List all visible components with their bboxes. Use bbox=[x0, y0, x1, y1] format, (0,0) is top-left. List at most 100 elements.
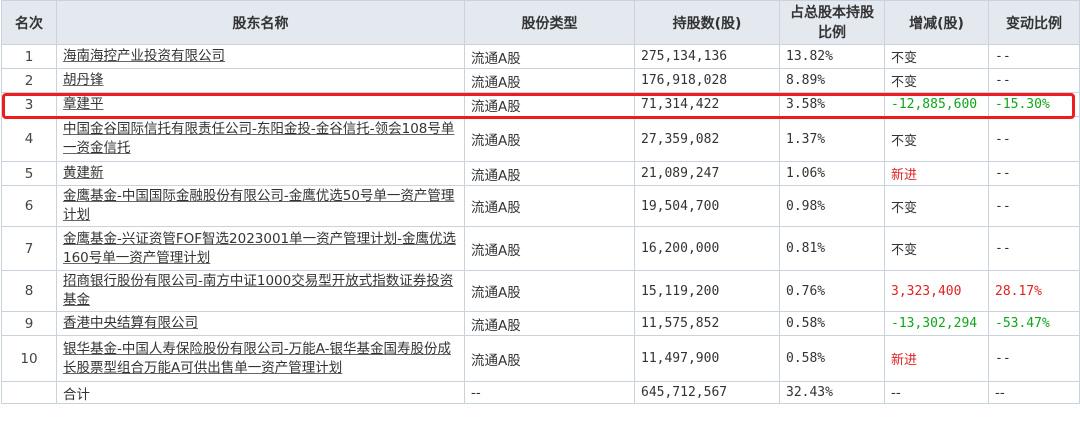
shareholder-name-cell: 胡丹锋 bbox=[56, 68, 465, 93]
change-ratio-cell: -- bbox=[988, 185, 1080, 227]
rank-cell: 6 bbox=[1, 185, 57, 227]
header-change-ratio: 变动比例 bbox=[988, 0, 1080, 45]
shareholder-name-link[interactable]: 黄建新 bbox=[63, 165, 104, 181]
change-ratio-cell: -- bbox=[988, 161, 1080, 186]
shareholder-table: 名次 股东名称 股份类型 持股数(股) 占总股本持股比例 增减(股) 变动比例 … bbox=[1, 0, 1080, 404]
change-ratio-cell: -- bbox=[988, 44, 1080, 69]
share-type-cell: 流通A股 bbox=[464, 92, 635, 117]
shareholder-name-link[interactable]: 胡丹锋 bbox=[63, 72, 104, 88]
shareholder-name-link[interactable]: 银华基金-中国人寿保险股份有限公司-万能A-银华基金国寿股份成长股票型组合万能A… bbox=[63, 341, 451, 376]
total-rank-cell bbox=[1, 381, 57, 404]
shareholder-name-cell: 银华基金-中国人寿保险股份有限公司-万能A-银华基金国寿股份成长股票型组合万能A… bbox=[56, 335, 465, 382]
shares-cell: 275,134,136 bbox=[634, 44, 780, 69]
shareholder-name-link[interactable]: 中国金谷国际信托有限责任公司-东阳金投-金谷信托-领会108号单一资金信托 bbox=[63, 121, 454, 156]
shareholder-name-link[interactable]: 金鹰基金-中国国际金融股份有限公司-金鹰优选50号单一资产管理计划 bbox=[63, 188, 454, 223]
change-cell: 不变 bbox=[884, 185, 989, 227]
ratio-cell: 1.06% bbox=[779, 161, 885, 186]
ratio-cell: 3.58% bbox=[779, 92, 885, 117]
rank-cell: 1 bbox=[1, 44, 57, 69]
shareholder-name-cell: 章建平 bbox=[56, 92, 465, 117]
total-label-cell: 合计 bbox=[56, 381, 465, 404]
change-cell: 不变 bbox=[884, 68, 989, 93]
header-share-type: 股份类型 bbox=[464, 0, 635, 45]
shares-cell: 27,359,082 bbox=[634, 116, 780, 162]
total-shares-cell: 645,712,567 bbox=[634, 381, 780, 404]
rank-cell: 10 bbox=[1, 335, 57, 382]
table-row: 2 胡丹锋 流通A股 176,918,028 8.89% 不变 -- bbox=[1, 68, 1080, 93]
header-shares: 持股数(股) bbox=[634, 0, 780, 45]
shareholder-name-cell: 黄建新 bbox=[56, 161, 465, 186]
total-ratio-cell: 32.43% bbox=[779, 381, 885, 404]
shares-cell: 71,314,422 bbox=[634, 92, 780, 117]
shareholder-name-link[interactable]: 海南海控产业投资有限公司 bbox=[63, 48, 225, 64]
rank-cell: 5 bbox=[1, 161, 57, 186]
share-type-cell: 流通A股 bbox=[464, 44, 635, 69]
shares-cell: 176,918,028 bbox=[634, 68, 780, 93]
shares-cell: 15,119,200 bbox=[634, 270, 780, 312]
header-rank: 名次 bbox=[1, 0, 57, 45]
table-row: 6 金鹰基金-中国国际金融股份有限公司-金鹰优选50号单一资产管理计划 流通A股 19… bbox=[1, 185, 1080, 227]
change-cell: 不变 bbox=[884, 44, 989, 69]
shares-cell: 11,497,900 bbox=[634, 335, 780, 382]
header-name: 股东名称 bbox=[56, 0, 465, 45]
share-type-cell: 流通A股 bbox=[464, 270, 635, 312]
change-cell: 3,323,400 bbox=[884, 270, 989, 312]
shareholder-name-cell: 海南海控产业投资有限公司 bbox=[56, 44, 465, 69]
header-ratio: 占总股本持股比例 bbox=[779, 0, 885, 45]
change-ratio-cell: 28.17% bbox=[988, 270, 1080, 312]
share-type-cell: 流通A股 bbox=[464, 226, 635, 271]
shares-cell: 21,089,247 bbox=[634, 161, 780, 186]
table-row: 9 香港中央结算有限公司 流通A股 11,575,852 0.58% -13,302,29… bbox=[1, 311, 1080, 336]
ratio-cell: 0.76% bbox=[779, 270, 885, 312]
shareholder-name-link[interactable]: 章建平 bbox=[63, 96, 104, 112]
shareholder-name-cell: 金鹰基金-兴证资管FOF智选2023001单一资产管理计划-金鹰优选160号单一… bbox=[56, 226, 465, 271]
ratio-cell: 13.82% bbox=[779, 44, 885, 69]
shareholder-name-cell: 中国金谷国际信托有限责任公司-东阳金投-金谷信托-领会108号单一资金信托 bbox=[56, 116, 465, 162]
table-row: 8 招商银行股份有限公司-南方中证1000交易型开放式指数证券投资基金 流通A股 15… bbox=[1, 270, 1080, 312]
change-ratio-cell: -- bbox=[988, 68, 1080, 93]
table-row: 1 海南海控产业投资有限公司 流通A股 275,134,136 13.82% 不变 -- bbox=[1, 44, 1080, 69]
shareholder-name-link[interactable]: 香港中央结算有限公司 bbox=[63, 315, 198, 331]
table-row: 3 章建平 流通A股 71,314,422 3.58% -12,885,600 -15.30… bbox=[1, 92, 1080, 117]
share-type-cell: 流通A股 bbox=[464, 161, 635, 186]
shareholder-name-link[interactable]: 招商银行股份有限公司-南方中证1000交易型开放式指数证券投资基金 bbox=[63, 273, 453, 308]
share-type-cell: 流通A股 bbox=[464, 185, 635, 227]
rank-cell: 9 bbox=[1, 311, 57, 336]
table-row: 10 银华基金-中国人寿保险股份有限公司-万能A-银华基金国寿股份成长股票型组合万… bbox=[1, 335, 1080, 382]
shareholder-name-cell: 金鹰基金-中国国际金融股份有限公司-金鹰优选50号单一资产管理计划 bbox=[56, 185, 465, 227]
shares-cell: 16,200,000 bbox=[634, 226, 780, 271]
change-cell: 新进 bbox=[884, 161, 989, 186]
change-ratio-cell: -15.30% bbox=[988, 92, 1080, 117]
ratio-cell: 0.98% bbox=[779, 185, 885, 227]
share-type-cell: 流通A股 bbox=[464, 68, 635, 93]
change-ratio-cell: -53.47% bbox=[988, 311, 1080, 336]
shareholder-name-cell: 招商银行股份有限公司-南方中证1000交易型开放式指数证券投资基金 bbox=[56, 270, 465, 312]
ratio-cell: 1.37% bbox=[779, 116, 885, 162]
change-cell: 新进 bbox=[884, 335, 989, 382]
total-change-ratio-cell: -- bbox=[988, 381, 1080, 404]
share-type-cell: 流通A股 bbox=[464, 311, 635, 336]
share-type-cell: 流通A股 bbox=[464, 335, 635, 382]
shares-cell: 19,504,700 bbox=[634, 185, 780, 227]
shareholder-name-cell: 香港中央结算有限公司 bbox=[56, 311, 465, 336]
table-row: 4 中国金谷国际信托有限责任公司-东阳金投-金谷信托-领会108号单一资金信托 流通… bbox=[1, 116, 1080, 162]
table-header-row: 名次 股东名称 股份类型 持股数(股) 占总股本持股比例 增减(股) 变动比例 bbox=[1, 0, 1080, 45]
rank-cell: 8 bbox=[1, 270, 57, 312]
shareholder-name-link[interactable]: 金鹰基金-兴证资管FOF智选2023001单一资产管理计划-金鹰优选160号单一… bbox=[63, 231, 456, 266]
change-ratio-cell: -- bbox=[988, 335, 1080, 382]
ratio-cell: 0.58% bbox=[779, 311, 885, 336]
change-cell: -12,885,600 bbox=[884, 92, 989, 117]
change-ratio-cell: -- bbox=[988, 226, 1080, 271]
shares-cell: 11,575,852 bbox=[634, 311, 780, 336]
rank-cell: 7 bbox=[1, 226, 57, 271]
change-cell: 不变 bbox=[884, 116, 989, 162]
header-change: 增减(股) bbox=[884, 0, 989, 45]
rank-cell: 4 bbox=[1, 116, 57, 162]
ratio-cell: 8.89% bbox=[779, 68, 885, 93]
share-type-cell: 流通A股 bbox=[464, 116, 635, 162]
change-cell: -13,302,294 bbox=[884, 311, 989, 336]
ratio-cell: 0.58% bbox=[779, 335, 885, 382]
total-share-type-cell: -- bbox=[464, 381, 635, 404]
change-ratio-cell: -- bbox=[988, 116, 1080, 162]
total-row: 合计 -- 645,712,567 32.43% -- -- bbox=[1, 381, 1080, 404]
